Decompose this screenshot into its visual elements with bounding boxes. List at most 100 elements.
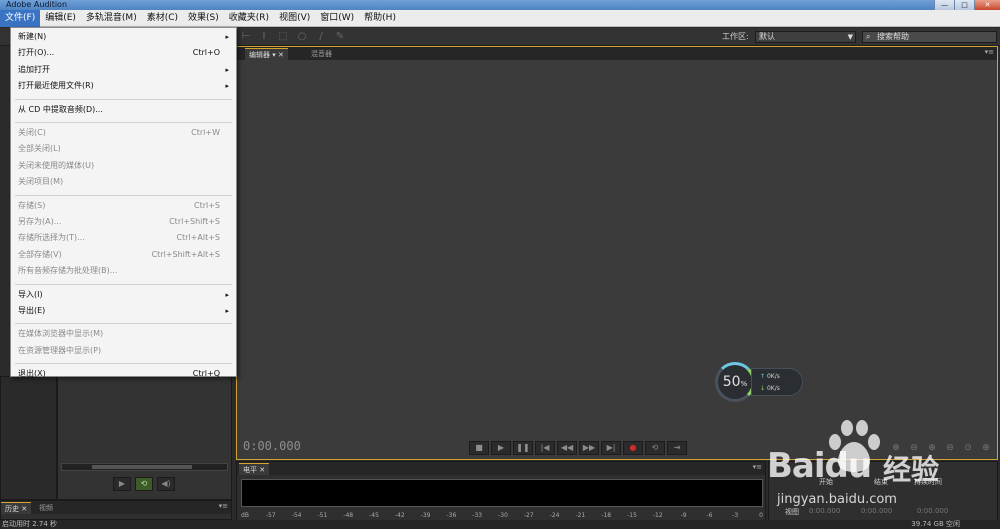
menu-item-shortcut: Ctrl+Shift+S [169, 217, 220, 226]
level-meter [241, 479, 763, 507]
tab-levels[interactable]: 电平 ✕ [239, 463, 270, 475]
file-menu-item[interactable]: 从 CD 中提取音频(D)... [11, 103, 236, 117]
scrollbar-thumb[interactable] [92, 465, 192, 469]
menu-item-label: 所有音频存储为批处理(B)... [18, 266, 118, 276]
history-panel-menu-icon[interactable]: ▾≡ [219, 502, 228, 510]
watermark-brand: Baidu [767, 446, 872, 486]
level-scale-tick: -36 [446, 512, 457, 519]
file-menu-item: 关闭(C) Ctrl+W [11, 126, 236, 140]
menu-window[interactable]: 窗口(W) [315, 10, 359, 27]
menu-favorites[interactable]: 收藏夹(R) [224, 10, 274, 27]
close-button[interactable]: ✕ [974, 0, 1000, 10]
marquee-tool-icon[interactable]: ⬚ [277, 31, 289, 43]
tab-levels-label: 电平 [243, 466, 257, 474]
tab-history[interactable]: 历史 ✕ [1, 502, 32, 514]
file-menu-item: 全部关闭(L) [11, 142, 236, 156]
go-to-end-button[interactable]: ▶| [601, 441, 621, 455]
spot-healing-tool-icon[interactable]: ✎ [334, 31, 346, 43]
menu-effects[interactable]: 效果(S) [183, 10, 224, 27]
menu-bar: 文件(F) 编辑(E) 多轨混音(M) 素材(C) 效果(S) 收藏夹(R) 视… [0, 9, 1000, 27]
level-scale-tick: -18 [601, 512, 612, 519]
stop-button[interactable]: ■ [469, 441, 489, 455]
brush-tool-icon[interactable]: / [315, 31, 327, 43]
submenu-arrow-icon: ▸ [225, 33, 229, 41]
loop-button[interactable]: ⟲ [645, 441, 665, 455]
file-menu-item[interactable]: 打开(O)... Ctrl+O [11, 46, 236, 60]
file-menu-item: 另存为(A)... Ctrl+Shift+S [11, 215, 236, 229]
workspace-label: 工作区: [722, 32, 749, 41]
menu-view[interactable]: 视图(V) [274, 10, 315, 27]
file-menu-item: 存储所选择为(T)... Ctrl+Alt+S [11, 231, 236, 245]
tab-mixer[interactable]: 混音器 [307, 48, 336, 60]
tab-editor[interactable]: 编辑器 ▾ ✕ [245, 48, 288, 60]
level-scale-tick: -27 [523, 512, 534, 519]
horizontal-scrollbar[interactable] [61, 463, 228, 471]
preview-volume-button[interactable]: ◀) [157, 477, 175, 491]
menu-multitrack[interactable]: 多轨混音(M) [81, 10, 142, 27]
preview-play-button[interactable]: ▶ [113, 477, 131, 491]
lasso-tool-icon[interactable]: ○ [296, 31, 308, 43]
level-scale-tick: dB [241, 512, 249, 519]
menu-item-label: 关闭未使用的媒体(U) [18, 160, 95, 170]
maximize-button[interactable]: □ [954, 0, 974, 10]
status-bar: 启动用时 2.74 秒 39.74 GB 空闲 [0, 520, 1000, 529]
move-tool-icon[interactable]: I [258, 31, 270, 43]
menu-item-label: 关闭项目(M) [18, 177, 64, 187]
watermark-brand-cn: 经验 [883, 453, 940, 486]
submenu-arrow-icon: ▸ [225, 82, 229, 91]
menu-item-label: 关闭(C) [18, 128, 46, 137]
workspace-select[interactable]: 默认 ▼ [755, 31, 856, 43]
status-disk-free: 39.74 GB 空闲 [911, 520, 960, 528]
menu-file[interactable]: 文件(F) [0, 9, 41, 27]
menu-item-label: 退出(X) [18, 369, 46, 379]
tab-video[interactable]: 视频 [35, 502, 57, 514]
level-scale-tick: -33 [472, 512, 483, 519]
network-rates: ↑ 0K/s ↓ 0K/s [751, 368, 803, 396]
record-button[interactable]: ● [623, 441, 643, 455]
level-scale-tick: -15 [627, 512, 637, 519]
menu-item-shortcut: Ctrl+W [191, 128, 220, 137]
window-controls: — □ ✕ [934, 0, 1000, 10]
level-scale-tick: -12 [652, 512, 663, 519]
rewind-button[interactable]: ◀◀ [557, 441, 577, 455]
tab-editor-label: 编辑器 [249, 51, 270, 59]
levels-panel-menu-icon[interactable]: ▾≡ [753, 463, 762, 471]
menu-edit[interactable]: 编辑(E) [40, 10, 81, 27]
submenu-arrow-icon: ▸ [225, 65, 229, 74]
menu-help[interactable]: 帮助(H) [359, 10, 401, 27]
menu-clip[interactable]: 素材(C) [142, 10, 183, 27]
fast-forward-button[interactable]: ▶▶ [579, 441, 599, 455]
file-menu-item[interactable]: 新建(N) ▸ [11, 30, 236, 44]
preview-loop-button[interactable]: ⟲ [135, 477, 153, 491]
history-panel: 历史 ✕ 视频 ▾≡ [0, 500, 232, 520]
play-button[interactable]: ▶ [491, 441, 511, 455]
search-icon: ⌕ [866, 32, 871, 41]
file-menu-item[interactable]: 退出(X) Ctrl+Q [11, 367, 236, 381]
performance-widget: 50% ↑ 0K/s ↓ 0K/s [715, 362, 805, 402]
search-help-input[interactable]: ⌕ 搜索帮助 [862, 31, 997, 43]
file-menu-item[interactable]: 导出(E) ▸ [11, 304, 236, 318]
menu-separator [15, 323, 232, 325]
pause-button[interactable]: ❚❚ [513, 441, 533, 455]
file-menu-item[interactable]: 追加打开 ▸ [11, 63, 236, 77]
panel-menu-icon[interactable]: ▾≡ [985, 48, 994, 56]
time-selection-tool-icon[interactable]: ⊢ [240, 31, 252, 43]
file-menu-item[interactable]: 导入(I) ▸ [11, 288, 236, 302]
baidu-watermark: Baidu 经验 jingyan.baidu.com [765, 420, 995, 520]
skip-button[interactable]: ⇥ [667, 441, 687, 455]
tab-history-label: 历史 [5, 505, 19, 513]
minimize-button[interactable]: — [934, 0, 954, 10]
menu-item-label: 从 CD 中提取音频(D)... [18, 104, 103, 114]
go-to-start-button[interactable]: |◀ [535, 441, 555, 455]
level-scale-tick: -9 [680, 512, 687, 519]
level-scale-tick: -39 [420, 512, 431, 519]
menu-separator [15, 98, 232, 100]
level-scale-tick: -54 [291, 512, 302, 519]
file-menu-item[interactable]: 打开最近使用文件(R) ▸ [11, 79, 236, 93]
level-scale-tick: -30 [498, 512, 508, 519]
menu-item-label: 导出(E) [18, 306, 46, 315]
level-scale-tick: -51 [317, 512, 328, 519]
tab-video-label: 视频 [39, 504, 53, 512]
submenu-arrow-icon: ▸ [225, 307, 229, 315]
menu-item-shortcut: Ctrl+Shift+Alt+S [151, 249, 220, 259]
